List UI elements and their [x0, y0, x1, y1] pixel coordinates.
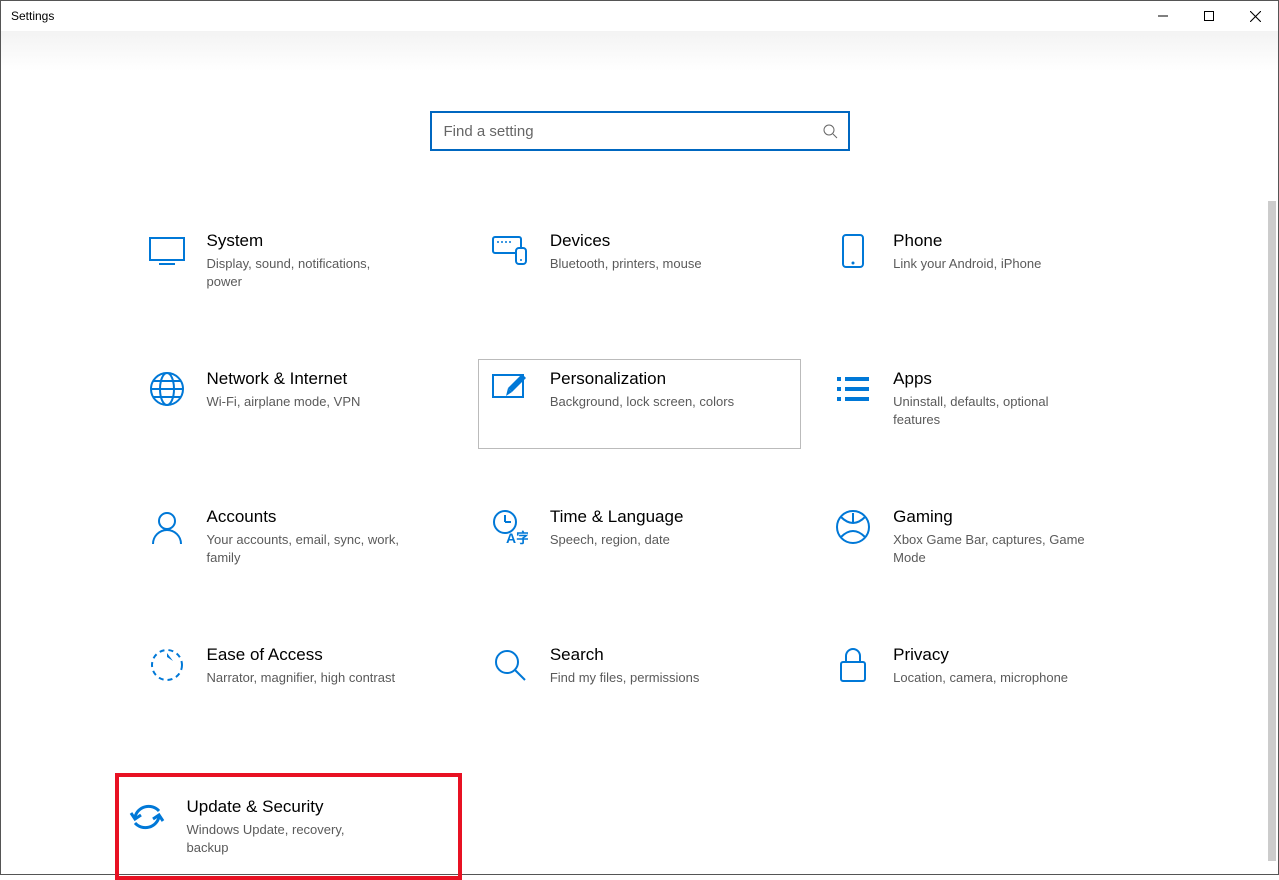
tile-title: Time & Language: [550, 507, 789, 527]
tile-update-security[interactable]: Update & Security Windows Update, recove…: [115, 773, 462, 880]
minimize-icon: [1158, 11, 1168, 21]
tile-privacy[interactable]: Privacy Location, camera, microphone: [821, 635, 1144, 725]
maximize-button[interactable]: [1186, 1, 1232, 31]
privacy-icon: [833, 645, 873, 685]
tile-subtitle: Windows Update, recovery, backup: [187, 821, 387, 856]
tile-title: System: [207, 231, 446, 251]
update-security-icon: [127, 797, 167, 837]
tile-subtitle: Your accounts, email, sync, work, family: [207, 531, 407, 566]
tile-title: Ease of Access: [207, 645, 446, 665]
system-icon: [147, 231, 187, 271]
personalization-icon: [490, 369, 530, 409]
tile-title: Accounts: [207, 507, 446, 527]
maximize-icon: [1204, 11, 1214, 21]
tile-title: Privacy: [893, 645, 1132, 665]
tile-subtitle: Background, lock screen, colors: [550, 393, 750, 411]
tile-accounts[interactable]: Accounts Your accounts, email, sync, wor…: [135, 497, 458, 587]
window-title: Settings: [11, 9, 54, 23]
tile-subtitle: Location, camera, microphone: [893, 669, 1093, 687]
tile-phone[interactable]: Phone Link your Android, iPhone: [821, 221, 1144, 311]
tile-devices[interactable]: Devices Bluetooth, printers, mouse: [478, 221, 801, 311]
accounts-icon: [147, 507, 187, 547]
tile-subtitle: Narrator, magnifier, high contrast: [207, 669, 407, 687]
minimize-button[interactable]: [1140, 1, 1186, 31]
devices-icon: [490, 231, 530, 271]
tile-subtitle: Find my files, permissions: [550, 669, 750, 687]
tile-search[interactable]: Search Find my files, permissions: [478, 635, 801, 725]
tile-ease-of-access[interactable]: Ease of Access Narrator, magnifier, high…: [135, 635, 458, 725]
tile-gaming[interactable]: Gaming Xbox Game Bar, captures, Game Mod…: [821, 497, 1144, 587]
tile-subtitle: Xbox Game Bar, captures, Game Mode: [893, 531, 1093, 566]
close-icon: [1250, 11, 1261, 22]
tile-system[interactable]: System Display, sound, notifications, po…: [135, 221, 458, 311]
search-icon: [822, 123, 838, 139]
header-area: [1, 31, 1278, 71]
network-icon: [147, 369, 187, 409]
tile-personalization[interactable]: Personalization Background, lock screen,…: [478, 359, 801, 449]
tile-title: Personalization: [550, 369, 789, 389]
tile-subtitle: Wi-Fi, airplane mode, VPN: [207, 393, 407, 411]
search-input[interactable]: [444, 123, 822, 140]
apps-icon: [833, 369, 873, 409]
tile-apps[interactable]: Apps Uninstall, defaults, optional featu…: [821, 359, 1144, 449]
phone-icon: [833, 231, 873, 271]
ease-of-access-icon: [147, 645, 187, 685]
tile-title: Update & Security: [187, 797, 450, 817]
svg-text:A字: A字: [506, 530, 528, 545]
titlebar: Settings: [1, 1, 1278, 31]
window-controls: [1140, 1, 1278, 31]
search-box[interactable]: [430, 111, 850, 151]
settings-grid: System Display, sound, notifications, po…: [135, 221, 1145, 880]
gaming-icon: [833, 507, 873, 547]
time-language-icon: A字: [490, 507, 530, 547]
tile-title: Gaming: [893, 507, 1132, 527]
tile-subtitle: Speech, region, date: [550, 531, 750, 549]
tile-network[interactable]: Network & Internet Wi-Fi, airplane mode,…: [135, 359, 458, 449]
tile-subtitle: Display, sound, notifications, power: [207, 255, 407, 290]
tile-title: Search: [550, 645, 789, 665]
scrollbar[interactable]: [1268, 201, 1276, 861]
tile-subtitle: Uninstall, defaults, optional features: [893, 393, 1093, 428]
tile-subtitle: Bluetooth, printers, mouse: [550, 255, 750, 273]
tile-title: Devices: [550, 231, 789, 251]
tile-time-language[interactable]: A字 Time & Language Speech, region, date: [478, 497, 801, 587]
search-tile-icon: [490, 645, 530, 685]
tile-title: Network & Internet: [207, 369, 446, 389]
tile-title: Phone: [893, 231, 1132, 251]
close-button[interactable]: [1232, 1, 1278, 31]
tile-subtitle: Link your Android, iPhone: [893, 255, 1093, 273]
tile-title: Apps: [893, 369, 1132, 389]
